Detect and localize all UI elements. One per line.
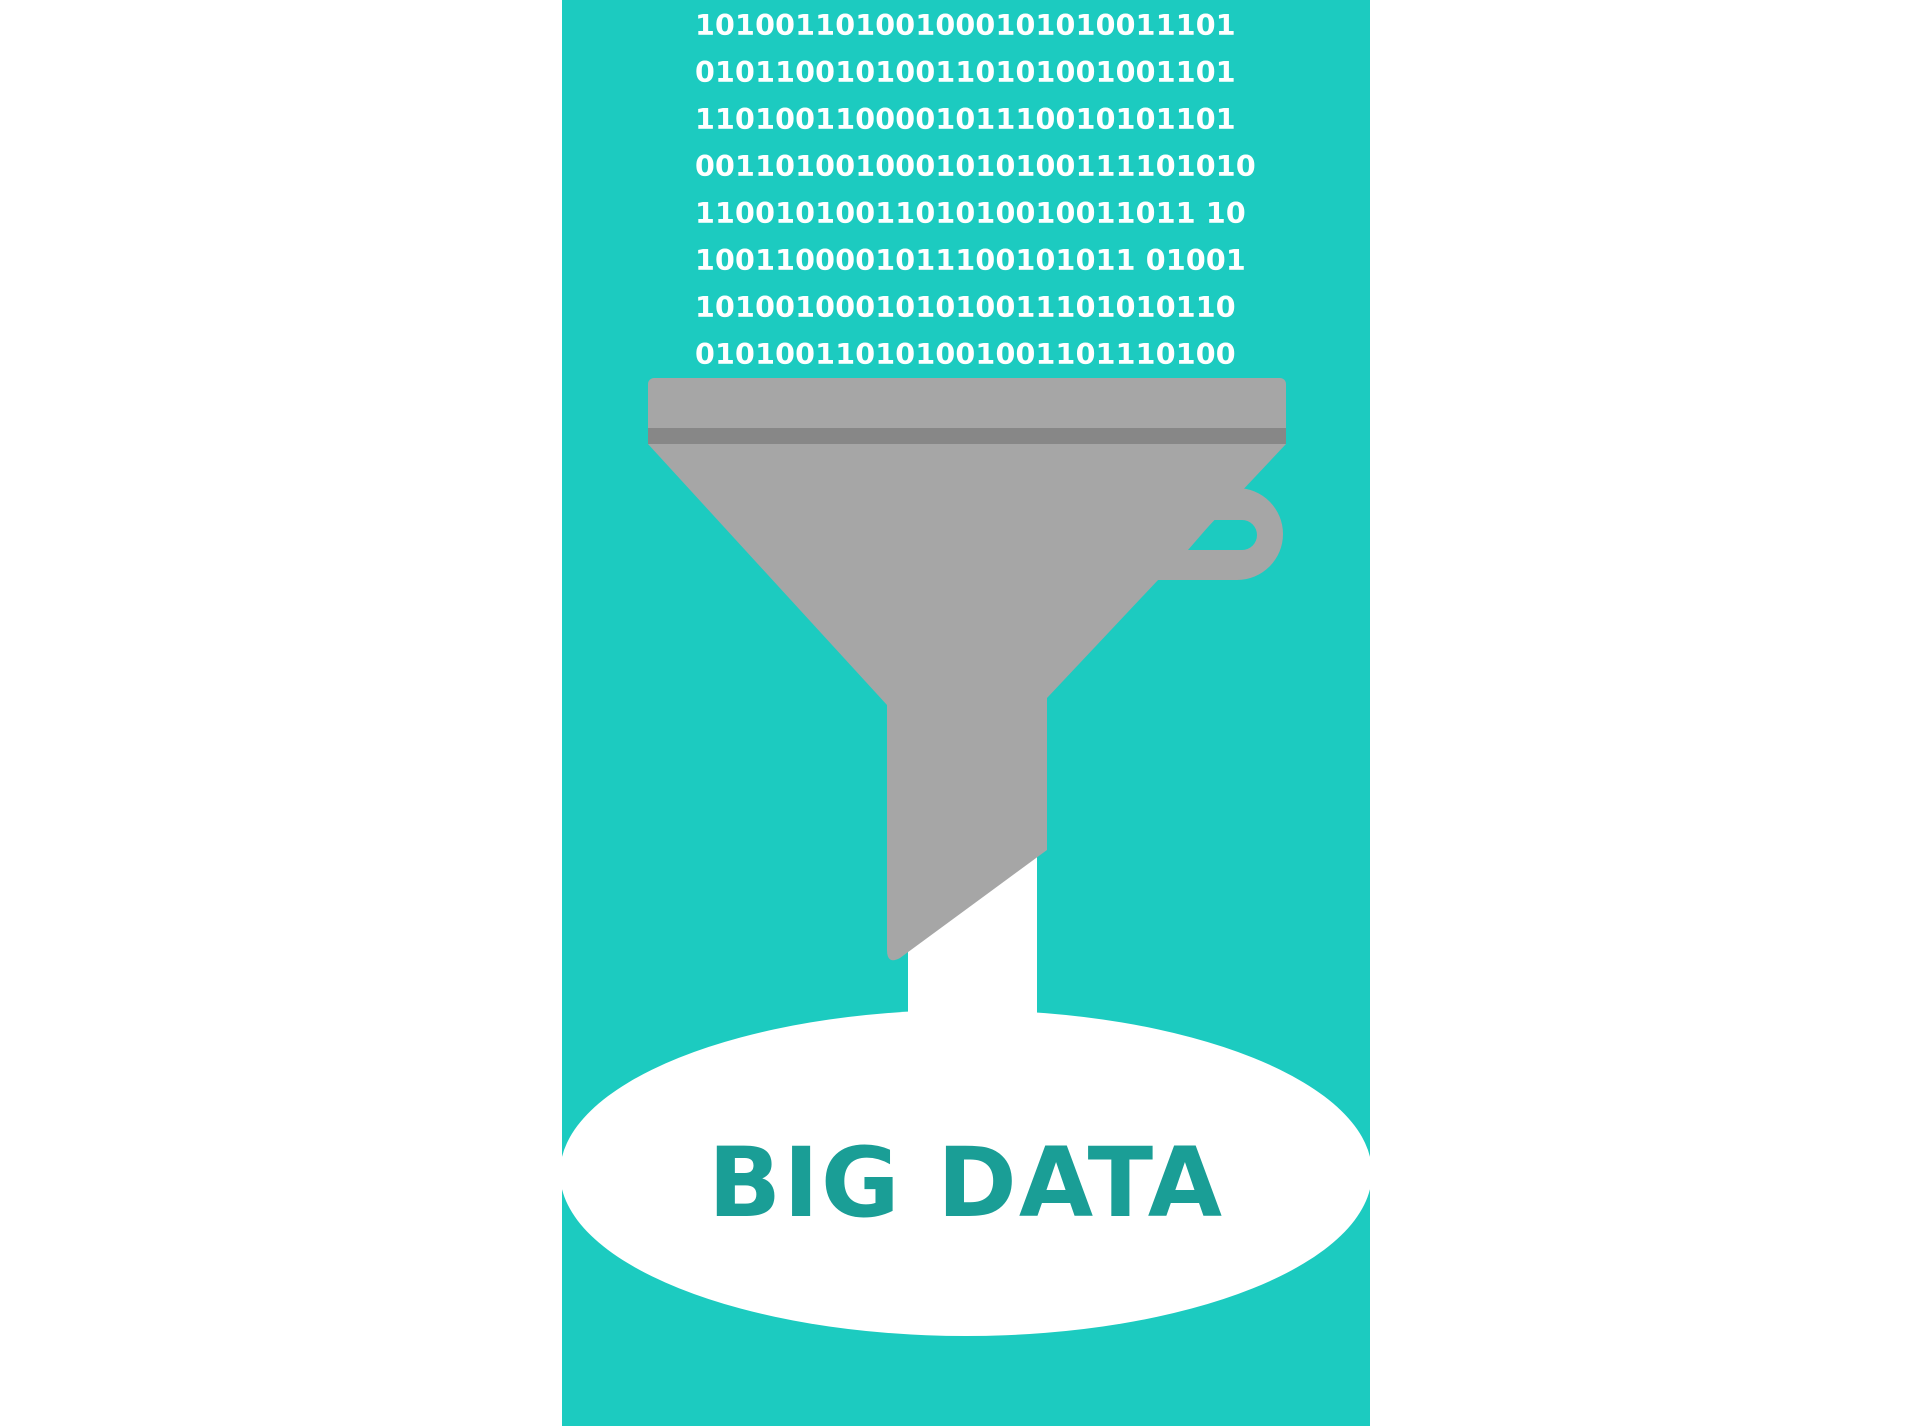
big-data-label: BIG DATA — [708, 1127, 1224, 1239]
binary-line-7: 101001000101010011101010110 — [695, 291, 1236, 324]
binary-line-6: 1001100001011100101011 01001 — [695, 244, 1246, 277]
funnel-band — [648, 428, 1286, 444]
binary-line-5: 1100101001101010010011011 10 — [695, 197, 1246, 230]
binary-stream: 101001101001000101010011101 010110010100… — [695, 2, 1256, 378]
binary-line-2: 010110010100110101001001101 — [695, 56, 1236, 89]
binary-line-3: 110100110000101110010101101 — [695, 103, 1236, 136]
binary-line-8: 010100110101001001101110100 — [695, 338, 1236, 371]
teal-panel: BIG DATA 101001101001000101010011101 010… — [562, 0, 1370, 1426]
binary-line-4: 0011010010001010100111101010 — [695, 150, 1256, 183]
stage: BIG DATA 101001101001000101010011101 010… — [0, 0, 1920, 1426]
binary-line-1: 101001101001000101010011101 — [695, 9, 1236, 42]
